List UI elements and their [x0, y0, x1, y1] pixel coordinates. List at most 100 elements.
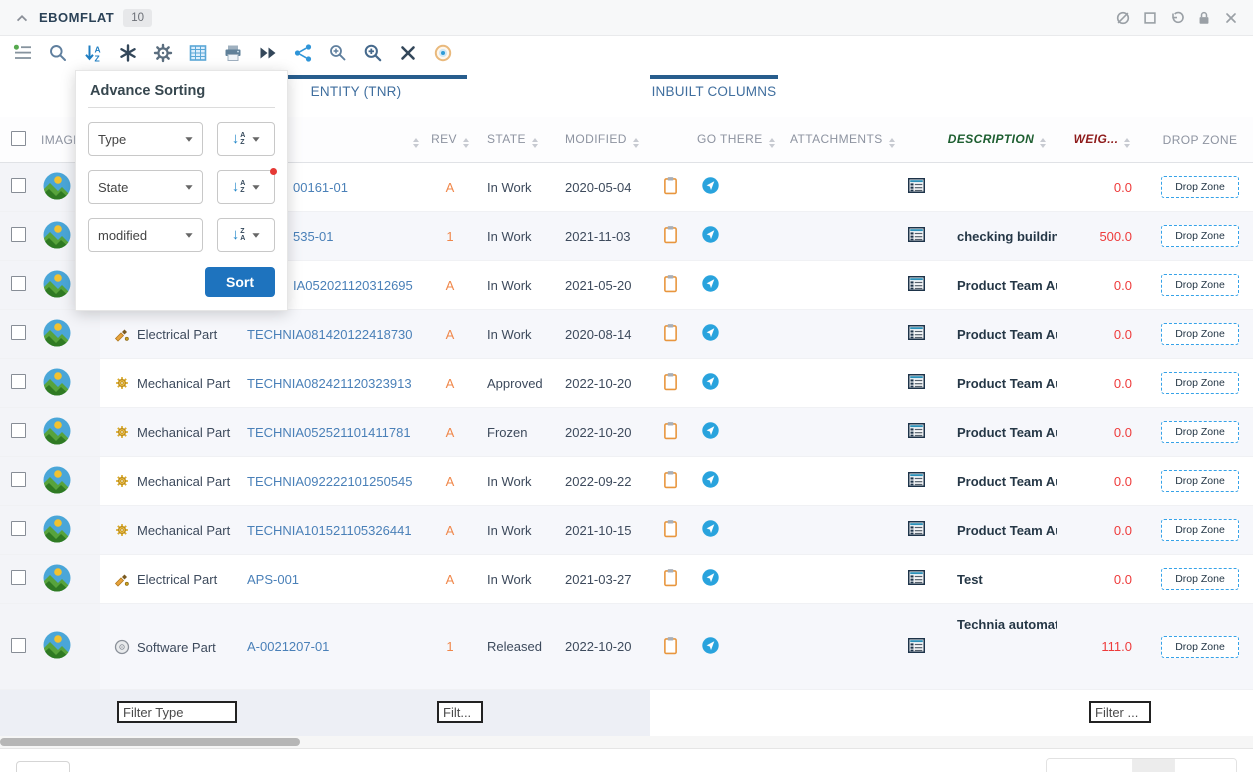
settings-icon[interactable]	[153, 43, 173, 63]
drop-zone-button[interactable]: Drop Zone	[1161, 176, 1239, 198]
filter-state-input[interactable]	[437, 701, 483, 723]
scrollbar-thumb[interactable]	[0, 738, 300, 746]
column-header-description[interactable]: DESCRIPTION	[937, 117, 1057, 163]
drop-zone-button[interactable]: Drop Zone	[1161, 519, 1239, 541]
clipboard-icon[interactable]	[663, 323, 678, 342]
description-details-icon[interactable]	[908, 521, 925, 536]
share-icon[interactable]	[293, 43, 313, 63]
part-number-link[interactable]: TECHNIA081420122418730	[247, 327, 413, 342]
sort-toggle-icon[interactable]	[889, 138, 895, 148]
description-details-icon[interactable]	[908, 374, 925, 389]
part-image-thumbnail[interactable]	[43, 335, 71, 350]
go-there-icon[interactable]	[702, 422, 719, 439]
sort-field-select[interactable]: modified	[88, 218, 203, 252]
part-number-link[interactable]: TECHNIA101521105326441	[247, 523, 412, 538]
clipboard-icon[interactable]	[663, 470, 678, 489]
part-number-link[interactable]: TECHNIA052521101411781	[247, 425, 411, 440]
sort-direction-select[interactable]: ↓AZ	[217, 122, 275, 156]
part-image-thumbnail[interactable]	[43, 531, 71, 546]
sort-toggle-icon[interactable]	[463, 138, 469, 148]
row-checkbox[interactable]	[11, 374, 26, 389]
description-details-icon[interactable]	[908, 570, 925, 585]
part-image-thumbnail[interactable]	[43, 580, 71, 595]
print-icon[interactable]	[223, 43, 243, 63]
row-checkbox[interactable]	[11, 423, 26, 438]
sort-direction-select[interactable]: ↓AZ	[217, 170, 275, 204]
row-checkbox[interactable]	[11, 472, 26, 487]
row-checkbox[interactable]	[11, 276, 26, 291]
advance-sort-icon[interactable]	[83, 43, 103, 63]
part-number-link[interactable]: APS-001	[247, 572, 299, 587]
part-number-link[interactable]: 00161-01	[293, 180, 348, 195]
search-plus-icon[interactable]	[328, 43, 348, 63]
drop-zone-button[interactable]: Drop Zone	[1161, 274, 1239, 296]
filter-type-input[interactable]	[117, 701, 237, 723]
row-checkbox[interactable]	[11, 570, 26, 585]
column-header-attachments[interactable]: ATTACHMENTS	[780, 117, 895, 163]
clipboard-icon[interactable]	[663, 225, 678, 244]
row-checkbox[interactable]	[11, 227, 26, 242]
description-details-icon[interactable]	[908, 325, 925, 340]
group-inbuilt-columns[interactable]: INBUILT COLUMNS	[650, 75, 778, 99]
column-header-gothere[interactable]: GO THERE	[690, 117, 780, 163]
description-details-icon[interactable]	[908, 472, 925, 487]
clipboard-icon[interactable]	[663, 568, 678, 587]
sort-toggle-icon[interactable]	[769, 138, 775, 148]
fast-forward-icon[interactable]	[258, 43, 278, 63]
part-image-thumbnail[interactable]	[43, 237, 71, 252]
row-checkbox[interactable]	[11, 521, 26, 536]
clipboard-icon[interactable]	[663, 176, 678, 195]
column-header-modified[interactable]: MODIFIED	[550, 117, 650, 163]
drop-zone-button[interactable]: Drop Zone	[1161, 372, 1239, 394]
go-there-icon[interactable]	[702, 177, 719, 194]
page-size-select[interactable]: 10	[16, 761, 70, 772]
column-header-rev[interactable]: REV	[425, 117, 475, 163]
next-page-button[interactable]: Next	[1175, 759, 1236, 772]
part-image-thumbnail[interactable]	[43, 647, 71, 662]
search-icon[interactable]	[48, 43, 68, 63]
sort-toggle-icon[interactable]	[413, 138, 419, 148]
go-there-icon[interactable]	[702, 471, 719, 488]
go-there-icon[interactable]	[702, 275, 719, 292]
drop-zone-button[interactable]: Drop Zone	[1161, 421, 1239, 443]
part-number-link[interactable]: A-0021207-01	[247, 639, 329, 654]
description-details-icon[interactable]	[908, 638, 925, 653]
part-image-thumbnail[interactable]	[43, 433, 71, 448]
column-header-state[interactable]: STATE	[475, 117, 550, 163]
description-details-icon[interactable]	[908, 276, 925, 291]
collapse-chevron-icon[interactable]	[14, 10, 30, 26]
visibility-icon[interactable]	[433, 43, 453, 63]
sort-toggle-icon[interactable]	[532, 138, 538, 148]
column-header-select[interactable]	[0, 117, 40, 163]
drop-zone-button[interactable]: Drop Zone	[1161, 323, 1239, 345]
clipboard-icon[interactable]	[663, 519, 678, 538]
description-details-icon[interactable]	[908, 423, 925, 438]
sort-field-select[interactable]: Type	[88, 122, 203, 156]
filter-weight-input[interactable]	[1089, 701, 1151, 723]
previous-page-button[interactable]: Previous	[1047, 759, 1133, 772]
go-there-icon[interactable]	[702, 226, 719, 243]
undo-icon[interactable]	[1169, 10, 1185, 26]
column-header-weight[interactable]: WEIG...	[1057, 117, 1147, 163]
part-image-thumbnail[interactable]	[43, 188, 71, 203]
part-image-thumbnail[interactable]	[43, 482, 71, 497]
description-details-icon[interactable]	[908, 227, 925, 242]
go-there-icon[interactable]	[702, 520, 719, 537]
clipboard-icon[interactable]	[663, 421, 678, 440]
drop-zone-button[interactable]: Drop Zone	[1161, 568, 1239, 590]
sort-toggle-icon[interactable]	[1124, 138, 1130, 148]
part-number-link[interactable]: 535-01	[293, 229, 333, 244]
clear-icon[interactable]	[398, 43, 418, 63]
row-checkbox[interactable]	[11, 325, 26, 340]
sort-toggle-icon[interactable]	[1040, 138, 1046, 148]
zoom-in-icon[interactable]	[363, 43, 383, 63]
sort-direction-select[interactable]: ↓ZA	[217, 218, 275, 252]
row-checkbox[interactable]	[11, 638, 26, 653]
refresh-icon[interactable]	[1115, 10, 1131, 26]
horizontal-scrollbar[interactable]	[0, 736, 1253, 748]
sort-field-select[interactable]: State	[88, 170, 203, 204]
asterisk-icon[interactable]	[118, 43, 138, 63]
go-there-icon[interactable]	[702, 324, 719, 341]
part-image-thumbnail[interactable]	[43, 384, 71, 399]
go-there-icon[interactable]	[702, 569, 719, 586]
